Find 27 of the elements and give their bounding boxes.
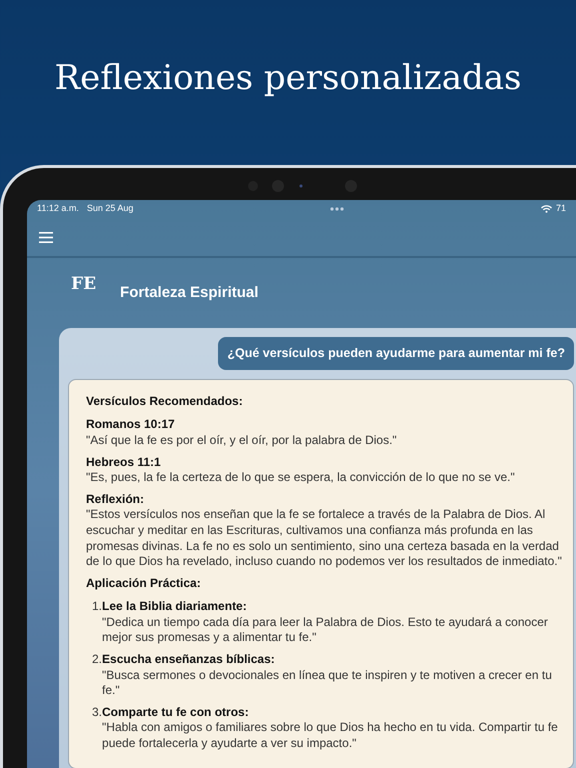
more-icon [330, 207, 344, 211]
section-heading: Aplicación Práctica: [86, 576, 202, 592]
step-title: Escucha enseñanzas bíblicas: [102, 652, 276, 668]
step-title: Lee la Biblia diariamente: [102, 599, 248, 615]
step-number: 2. [92, 652, 102, 668]
menu-icon[interactable] [39, 232, 53, 242]
battery-level: 71 [556, 202, 566, 216]
entry-title: Reflexión: [86, 492, 146, 508]
entry-text: "Es, pues, la fe la certeza de lo que se espera, la convicción de lo que no se ve." [86, 470, 516, 486]
section-heading: Versículos Recomendados: [86, 394, 244, 410]
step-text: "Dedica un tiempo cada día para leer la Palabra de Dios. Esto te ayudará a conocer mejor sus promesas y a alimentar tu fe." [102, 614, 549, 646]
app-title: Fortaleza Espiritual [120, 282, 258, 303]
step-title: Comparte tu fe con otros: [102, 704, 250, 720]
step-number: 1. [92, 599, 102, 616]
step-text: "Busca sermones o devocionales en línea que te inspiren y te motiven a crecer en tu fe." [102, 668, 553, 699]
headline: Reflexiones personalizadas [54, 58, 522, 99]
status-date: Sun 25 Aug [86, 202, 134, 216]
entry-title: Romanos 10:17 [86, 417, 176, 433]
question-bubble: ¿Qué versículos pueden ayudarme para aumentar mi fe? [218, 337, 574, 370]
entry-text: "Así que la fe es por el oír, y el oír, por la palabra de Dios." [86, 432, 398, 449]
wifi-icon [540, 205, 552, 213]
step-text: "Habla con amigos o familiares sobre lo que Dios ha hecho en tu vida. Compartir tu fe puede fortalecerla y ayudarte a ver su impacto." [102, 720, 559, 752]
entry-title: Hebreos 11:1 [86, 454, 162, 470]
app-logo: FE [71, 273, 96, 296]
step-number: 3. [92, 704, 102, 721]
status-time: 11:12 a.m. [37, 202, 79, 216]
entry-text: "Estos versículos nos enseñan que la fe se fortalece a través de la Palabra de Dios. Al escuchar y meditar en las Escrituras, cultivamos una confianza más profunda en las promesas divinas. La fe no es solo un sentimiento, sino una certeza basada en la verdad de lo que Dios ha revelado, incluso cuando no podemos ver los resultados de inmediato." [86, 507, 563, 570]
